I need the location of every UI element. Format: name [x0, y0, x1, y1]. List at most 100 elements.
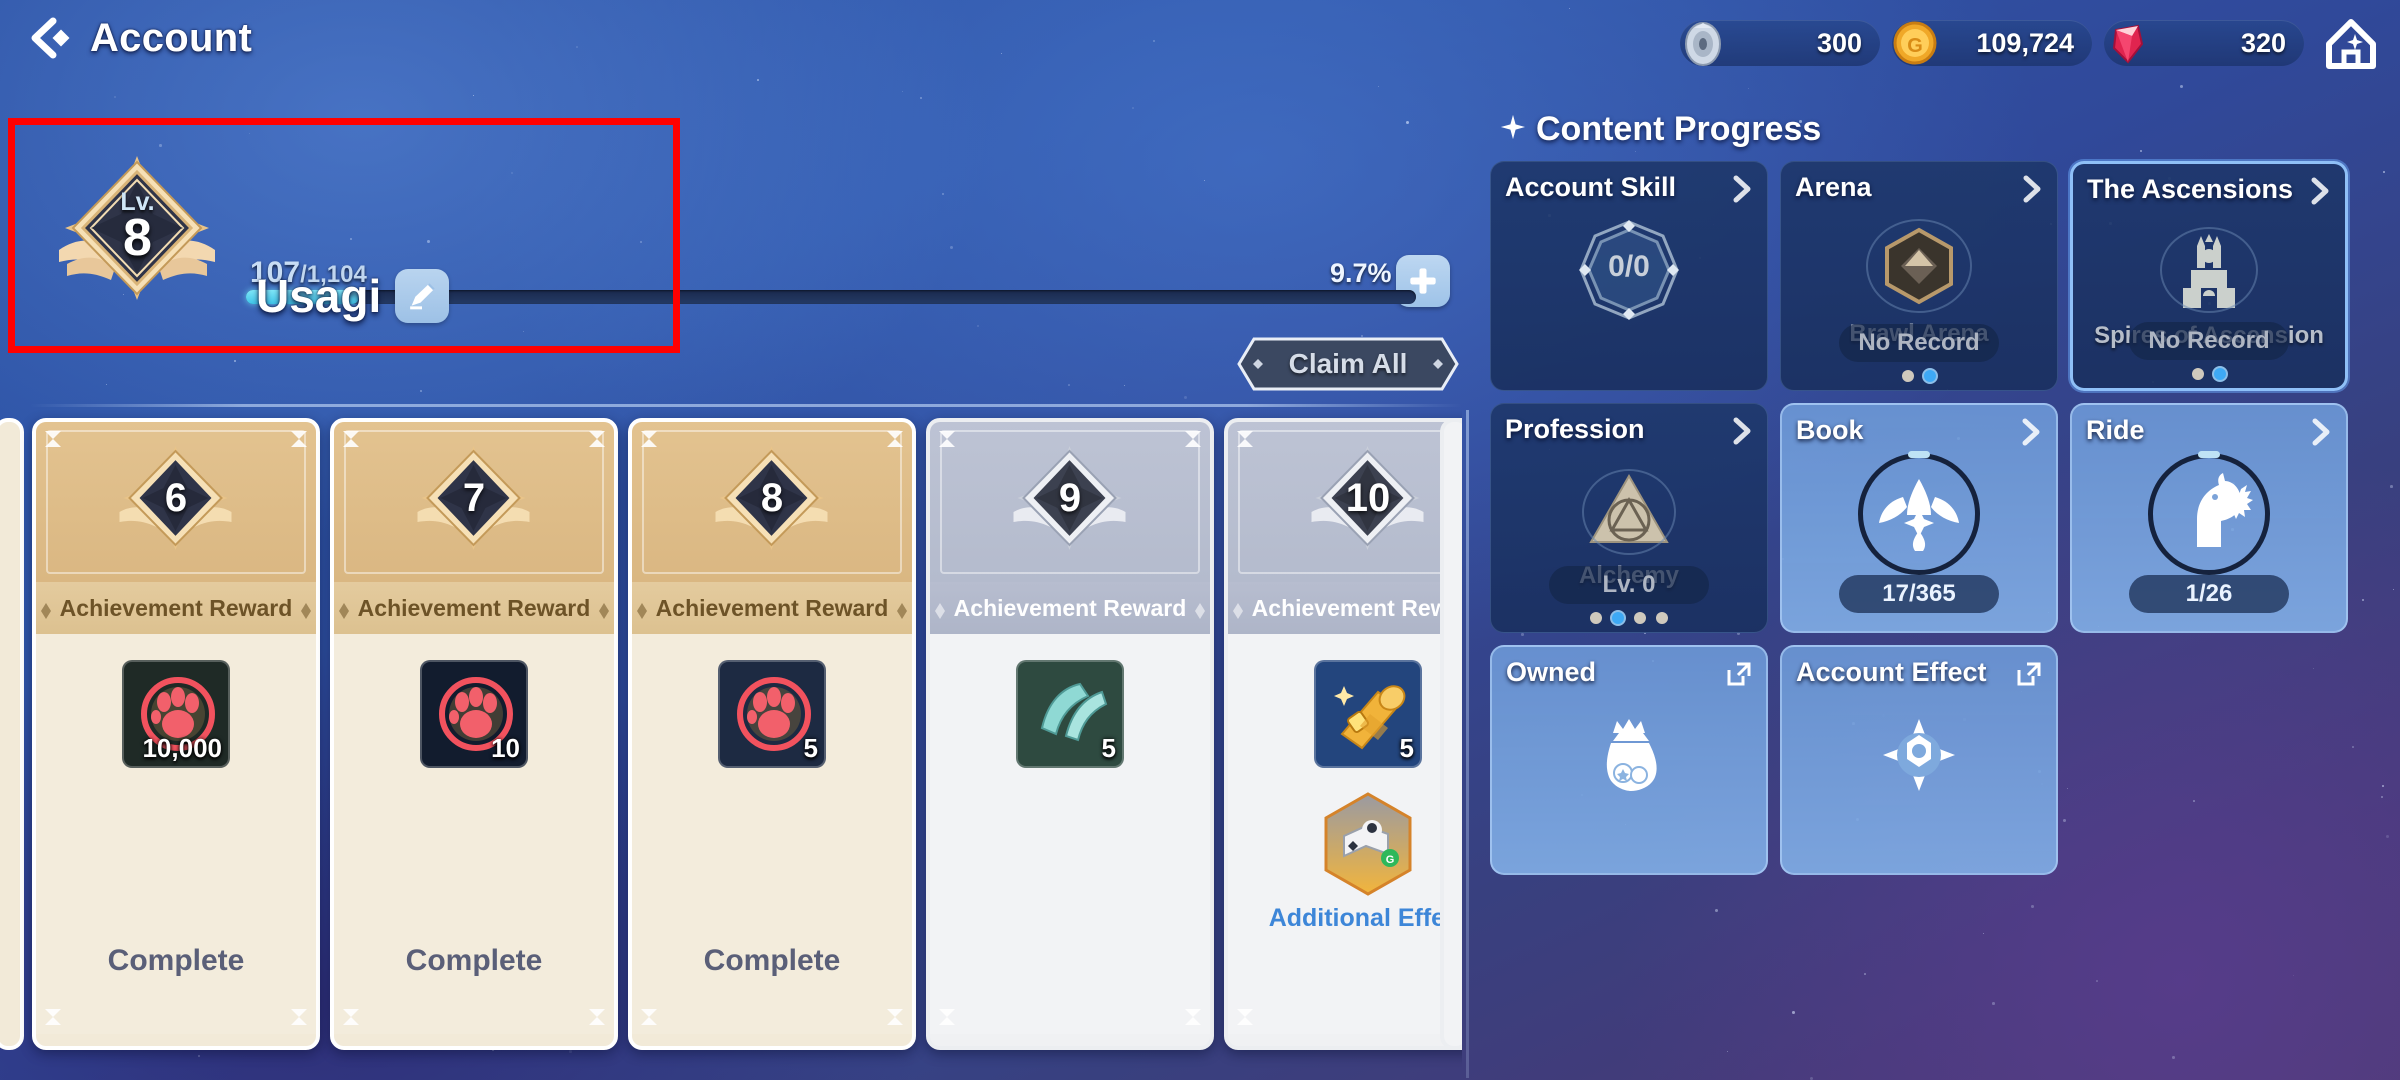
- reward-item-slot[interactable]: 5: [718, 660, 826, 768]
- alchemy-triangle-icon: [1573, 456, 1685, 568]
- horse-head-icon: [2153, 457, 2265, 569]
- map-marker-hex-icon: G: [1318, 885, 1418, 902]
- pagination-dot[interactable]: [2192, 368, 2204, 380]
- achievement-card-body: 5 G Additional Effect: [1228, 634, 1462, 1034]
- achievement-card[interactable]: 8 Achievement Reward 5 Complete: [628, 418, 916, 1050]
- corner-ornament-icon: [44, 1008, 62, 1026]
- corner-ornament-icon: [886, 430, 904, 448]
- chevron-right-icon[interactable]: [2018, 417, 2044, 447]
- currency-red-gem[interactable]: 320: [2104, 20, 2304, 66]
- achievement-card[interactable]: 9 Achievement Reward 5: [926, 418, 1214, 1050]
- spire-tower-icon: [2153, 216, 2265, 328]
- content-progress-card-title: Account Skill: [1505, 172, 1676, 203]
- content-progress-card[interactable]: Ride 1/26: [2070, 403, 2348, 633]
- edit-name-button[interactable]: [395, 269, 449, 323]
- content-progress-card-pill: No Record: [2129, 322, 2289, 360]
- achievement-rank-badge: 6: [114, 438, 239, 563]
- achievement-card-head: 6: [36, 422, 316, 582]
- gold-coin-icon: G: [1886, 14, 1944, 72]
- content-progress-card[interactable]: ArenaBrawl ArenaNo Record: [1780, 161, 2058, 391]
- achievement-reward-label: Achievement Reward: [954, 595, 1187, 622]
- home-icon[interactable]: [2322, 14, 2380, 72]
- content-progress-card[interactable]: The AscensionsSpires of AscensionNo Reco…: [2070, 161, 2348, 391]
- diamond-ornament-icon: [934, 599, 946, 617]
- card-pagination-dots[interactable]: [1491, 612, 1767, 624]
- corner-ornament-icon: [342, 1008, 360, 1026]
- achievement-card-body: 5: [930, 634, 1210, 1034]
- content-progress-card[interactable]: Account Skill 0/0: [1490, 161, 1768, 391]
- sparkle-icon: [1500, 110, 1526, 149]
- external-link-icon[interactable]: [2016, 661, 2042, 687]
- reward-item-slot[interactable]: 10,000: [122, 660, 230, 768]
- compass-rose-icon: [1863, 699, 1975, 811]
- corner-ornament-icon: [886, 1008, 904, 1026]
- silver-shell-icon: [1674, 14, 1732, 72]
- chevron-right-icon[interactable]: [1729, 174, 1755, 204]
- content-progress-card-pill: No Record: [1839, 324, 1999, 362]
- achievement-rank-badge: 9: [1008, 438, 1133, 563]
- content-progress-header: Content Progress: [1500, 110, 2390, 149]
- content-progress-card[interactable]: ProfessionAlchemyLv. 0: [1490, 403, 1768, 633]
- achievement-rank-badge: 8: [710, 438, 835, 563]
- content-progress-card-title: Arena: [1795, 172, 1872, 203]
- chevron-right-icon[interactable]: [2308, 417, 2334, 447]
- card-pagination-dots[interactable]: [1781, 370, 2057, 382]
- reward-item-slot[interactable]: 10: [420, 660, 528, 768]
- achievement-card[interactable]: 7 Achievement Reward 10 Complete: [330, 418, 618, 1050]
- corner-ornament-icon: [640, 430, 658, 448]
- currency-gold-coin[interactable]: G 109,724: [1892, 20, 2092, 66]
- chevron-right-icon[interactable]: [1729, 416, 1755, 446]
- chevron-right-icon[interactable]: [2307, 176, 2333, 206]
- achievement-card-partial-right[interactable]: [1440, 418, 1462, 1050]
- content-progress-card[interactable]: Account Effect: [1780, 645, 2058, 875]
- pagination-dot[interactable]: [1590, 612, 1602, 624]
- achievement-card-head: 8: [632, 422, 912, 582]
- content-progress-grid: Account Skill0/0ArenaBrawl ArenaNo Recor…: [1490, 161, 2390, 875]
- back-arrow-icon[interactable]: [22, 12, 74, 64]
- chevron-right-icon[interactable]: [2019, 174, 2045, 204]
- content-progress-card[interactable]: Book 17/365: [1780, 403, 2058, 633]
- corner-ornament-icon: [1184, 1008, 1202, 1026]
- vertical-divider: [1466, 410, 1469, 1078]
- achievement-card[interactable]: 6 Achievement Reward 10,000 Complete: [32, 418, 320, 1050]
- reward-item-count: 10: [491, 733, 520, 764]
- pagination-dot[interactable]: [1634, 612, 1646, 624]
- pagination-dot[interactable]: [1924, 370, 1936, 382]
- additional-effect-label: Additional Effect: [1228, 904, 1462, 933]
- content-progress-card[interactable]: Owned: [1490, 645, 1768, 875]
- content-progress-title: Content Progress: [1536, 110, 1821, 149]
- diamond-ornament-icon: [598, 599, 610, 617]
- level-value: 8: [50, 212, 225, 264]
- back-navigation[interactable]: Account: [22, 12, 252, 64]
- pagination-dot[interactable]: [1902, 370, 1914, 382]
- content-progress-card-pill: 1/26: [2129, 575, 2289, 613]
- external-link-icon[interactable]: [1726, 661, 1752, 687]
- corner-ornament-icon: [1236, 430, 1254, 448]
- reward-item-slot[interactable]: 5: [1314, 660, 1422, 768]
- achievement-reward-label: Achievement Reward: [358, 595, 591, 622]
- svg-text:G: G: [1907, 35, 1923, 57]
- additional-effect-slot[interactable]: G: [1318, 790, 1418, 898]
- top-header: Account 300 G 109,724 320: [0, 0, 2400, 92]
- pagination-dot[interactable]: [1612, 612, 1624, 624]
- achievement-status-text: Complete: [334, 944, 614, 978]
- pagination-dot[interactable]: [2214, 368, 2226, 380]
- achievement-card[interactable]: 10 Achievement Reward 5 G Additional Effect: [1224, 418, 1462, 1050]
- achievement-reward-label-bar: Achievement Reward: [334, 582, 614, 634]
- pagination-dot[interactable]: [1656, 612, 1668, 624]
- achievement-cards-scroller[interactable]: 6 Achievement Reward 10,000 Complete 7 Achiev…: [0, 410, 1462, 1070]
- content-progress-card-title: Account Effect: [1796, 657, 1987, 688]
- content-progress-card-title: The Ascensions: [2087, 174, 2293, 205]
- claim-all-label: Claim All: [1289, 348, 1408, 380]
- achievement-rank-number: 9: [1008, 476, 1133, 521]
- currency-silver-shell[interactable]: 300: [1680, 20, 1880, 66]
- achievement-reward-label: Achievement Reward: [656, 595, 889, 622]
- claim-all-button[interactable]: Claim All: [1237, 337, 1459, 391]
- card-pagination-dots[interactable]: [2073, 368, 2345, 380]
- achievement-reward-label-bar: Achievement Reward: [632, 582, 912, 634]
- diamond-ornament-icon: [40, 599, 52, 617]
- reward-item-count: 10,000: [142, 733, 222, 764]
- reward-item-slot[interactable]: 5: [1016, 660, 1124, 768]
- achievement-card-partial[interactable]: [0, 418, 24, 1050]
- content-progress-card-title: Book: [1796, 415, 1864, 446]
